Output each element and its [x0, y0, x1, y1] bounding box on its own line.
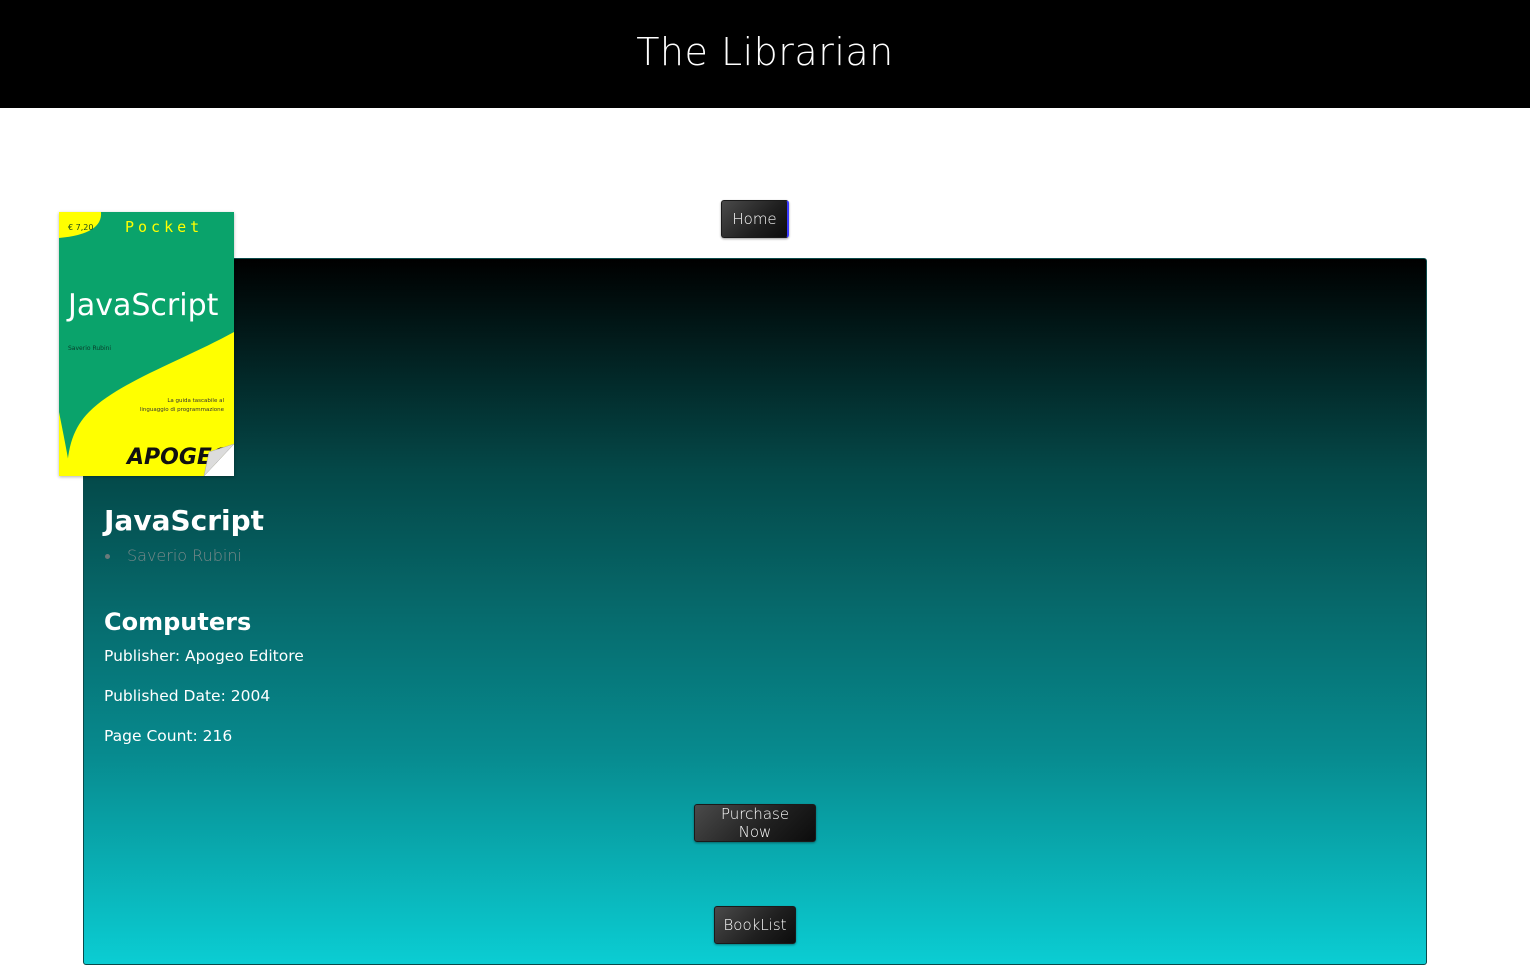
- publisher-text: Publisher: Apogeo Editore: [104, 647, 304, 665]
- book-title: JavaScript: [104, 504, 265, 537]
- author-list-item: Saverio Rubini: [104, 546, 242, 568]
- cover-tagline-2: linguaggio di programmazione: [140, 407, 225, 413]
- purchase-now-button[interactable]: Purchase Now: [694, 804, 816, 842]
- page-count-text: Page Count: 216: [104, 727, 233, 745]
- author-list: Saverio Rubini: [104, 546, 242, 568]
- app-header: The Librarian: [0, 0, 1530, 108]
- cover-author: Saverio Rubini: [68, 345, 111, 352]
- cover-tagline-1: La guida tascabile al: [167, 398, 224, 404]
- home-button[interactable]: Home: [721, 200, 789, 238]
- cover-series: Pocket: [125, 218, 203, 236]
- app-title: The Librarian: [636, 30, 894, 74]
- book-cover-art: € 7,20 Pocket JavaScript Saverio Rubini …: [59, 212, 234, 476]
- booklist-button[interactable]: BookList: [714, 906, 796, 944]
- book-cover-image: € 7,20 Pocket JavaScript Saverio Rubini …: [59, 212, 234, 476]
- book-detail-card: [83, 258, 1427, 965]
- cover-price: € 7,20: [68, 223, 93, 232]
- book-category: Computers: [104, 608, 252, 636]
- cover-title: JavaScript: [66, 288, 219, 323]
- published-date-text: Published Date: 2004: [104, 687, 271, 705]
